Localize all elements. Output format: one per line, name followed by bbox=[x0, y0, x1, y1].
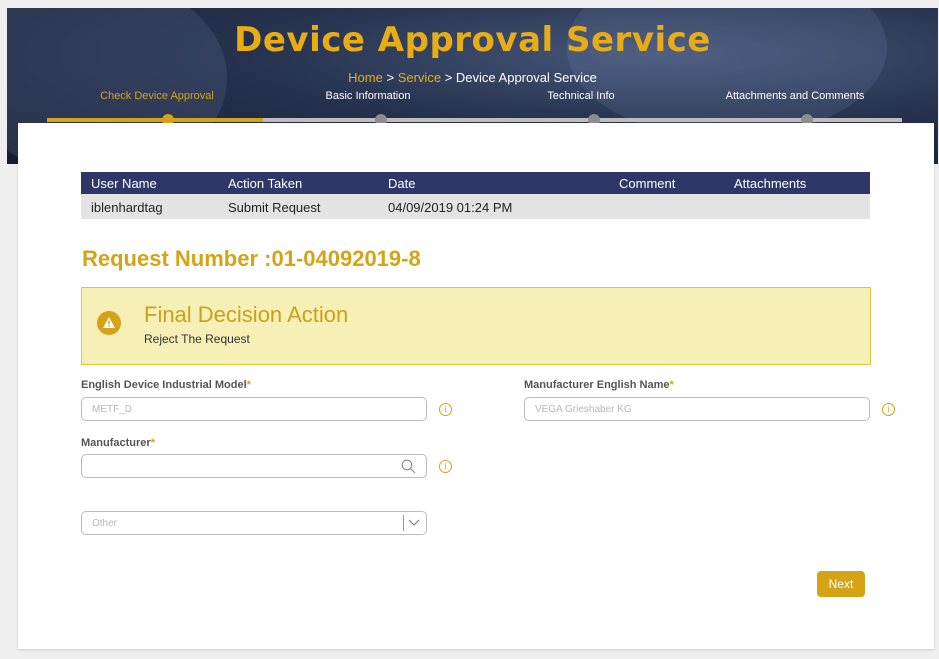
content-card: User Name Action Taken Date Comment Atta… bbox=[18, 123, 934, 649]
column-header: Attachments bbox=[734, 176, 807, 191]
breadcrumb: Home > Service > Device Approval Service bbox=[7, 70, 938, 85]
english-model-input[interactable]: METF_D bbox=[81, 397, 427, 421]
info-icon[interactable]: i bbox=[439, 460, 452, 473]
step-attachments-and-comments[interactable]: Attachments and Comments bbox=[726, 90, 865, 102]
other-select[interactable]: Other bbox=[81, 511, 427, 535]
chevron-down-icon[interactable] bbox=[408, 516, 420, 528]
breadcrumb-home[interactable]: Home bbox=[348, 70, 383, 85]
alert-message: Reject The Request bbox=[144, 332, 250, 346]
field-label-text: Manufacturer bbox=[81, 437, 151, 449]
required-star: * bbox=[150, 437, 155, 449]
manufacturer-english-name-input[interactable]: VEGA Grieshaber KG bbox=[524, 397, 870, 421]
alert-title: Final Decision Action bbox=[144, 302, 349, 327]
breadcrumb-separator: > bbox=[444, 70, 453, 85]
step-check-device-approval[interactable]: Check Device Approval bbox=[100, 90, 214, 102]
cell-action-taken: Submit Request bbox=[228, 200, 321, 215]
select-value: Other bbox=[92, 518, 118, 529]
table-header: User Name Action Taken Date Comment Atta… bbox=[81, 172, 870, 194]
final-decision-alert: Final Decision Action Reject The Request bbox=[81, 287, 871, 365]
column-header: Date bbox=[388, 176, 416, 191]
column-header: Action Taken bbox=[228, 176, 303, 191]
history-table: User Name Action Taken Date Comment Atta… bbox=[81, 172, 870, 219]
cell-date: 04/09/2019 01:24 PM bbox=[388, 200, 513, 215]
request-number: Request Number :01-04092019-8 bbox=[82, 246, 421, 271]
select-separator bbox=[403, 515, 404, 531]
column-header: Comment bbox=[619, 176, 676, 191]
required-star: * bbox=[246, 379, 251, 391]
search-icon[interactable] bbox=[401, 459, 416, 474]
page-title: Device Approval Service bbox=[234, 20, 711, 60]
table-row: iblenhardtag Submit Request 04/09/2019 0… bbox=[81, 194, 870, 219]
cell-user-name: iblenhardtag bbox=[91, 200, 163, 215]
next-button[interactable]: Next bbox=[817, 571, 865, 597]
column-header: User Name bbox=[91, 176, 157, 191]
step-technical-info[interactable]: Technical Info bbox=[547, 90, 614, 102]
progress-track bbox=[47, 118, 902, 122]
manufacturer-english-name-label: Manufacturer English Name* bbox=[524, 379, 674, 391]
input-placeholder: METF_D bbox=[92, 404, 132, 415]
english-model-label: English Device Industrial Model* bbox=[81, 379, 251, 391]
info-icon[interactable]: i bbox=[882, 403, 895, 416]
breadcrumb-separator: > bbox=[386, 70, 395, 85]
breadcrumb-service[interactable]: Service bbox=[398, 70, 441, 85]
field-label-text: Manufacturer English Name bbox=[524, 379, 670, 391]
breadcrumb-current: Device Approval Service bbox=[455, 70, 597, 85]
input-placeholder: VEGA Grieshaber KG bbox=[535, 404, 632, 415]
manufacturer-search-input[interactable] bbox=[81, 454, 427, 478]
required-star: * bbox=[669, 379, 674, 391]
field-label-text: English Device Industrial Model bbox=[81, 379, 247, 391]
info-icon[interactable]: i bbox=[439, 403, 452, 416]
progress-fill bbox=[47, 118, 263, 122]
warning-triangle-icon bbox=[97, 311, 121, 335]
step-basic-information[interactable]: Basic Information bbox=[326, 90, 411, 102]
manufacturer-label: Manufacturer* bbox=[81, 437, 155, 449]
